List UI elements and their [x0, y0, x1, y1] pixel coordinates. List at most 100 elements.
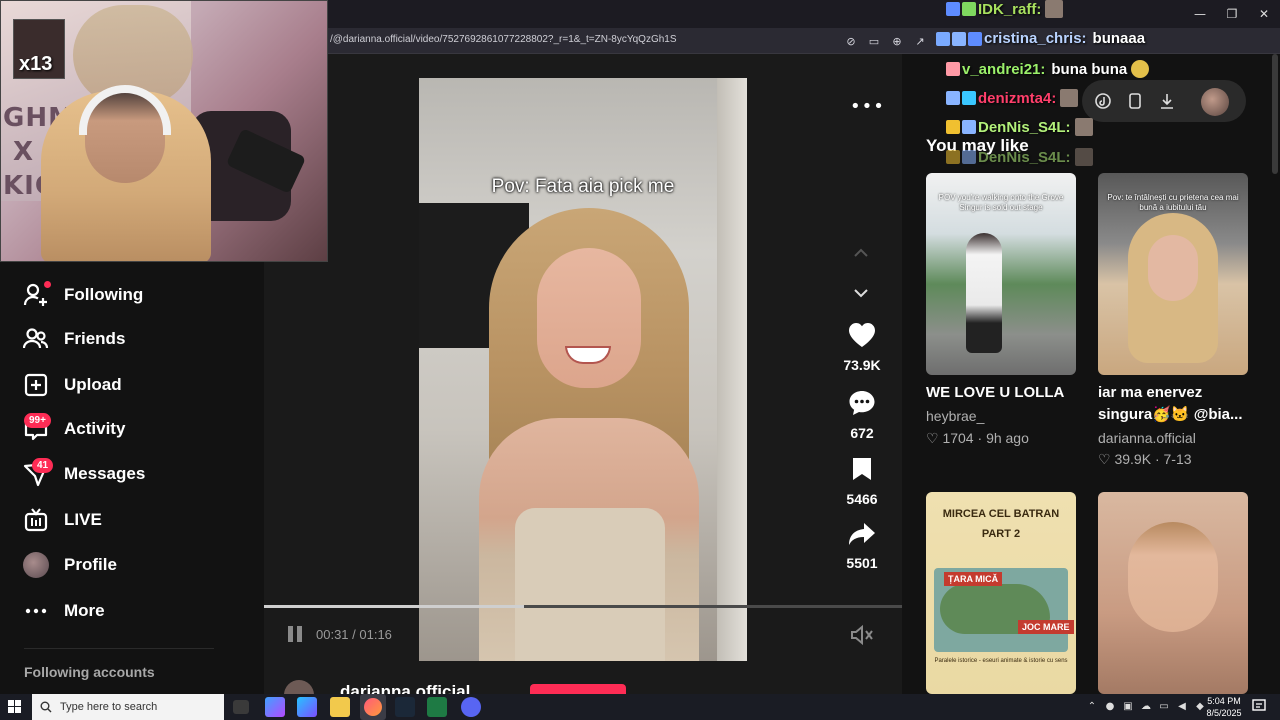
video-caption: Pov: Fata aia pick me: [491, 176, 675, 197]
video-author-bar: darianna.official: [264, 678, 902, 694]
volume-muted-icon: [851, 624, 873, 646]
windows-start-icon[interactable]: [8, 700, 22, 714]
cloud-icon[interactable]: ☁: [1140, 699, 1152, 713]
card-age: 7-13: [1163, 451, 1192, 467]
profile-avatar: [22, 551, 50, 579]
thumbnail-person-face: [1128, 522, 1218, 632]
following-icon: [22, 281, 51, 309]
more-icon: [22, 597, 50, 625]
recommended-video-thumbnail[interactable]: POV you're walking onto the Grove Singur…: [926, 173, 1076, 375]
save-button[interactable]: 5466: [830, 456, 894, 507]
author-avatar[interactable]: [284, 680, 314, 694]
tracking-icon[interactable]: ⊘: [842, 32, 860, 50]
screen: — ❐ ✕ /@darianna.official/video/75276928…: [0, 0, 1280, 720]
sidebar-item-profile[interactable]: Profile: [22, 550, 117, 580]
sidebar-item-friends[interactable]: Friends: [22, 324, 125, 354]
share-button[interactable]: 5501: [830, 522, 894, 571]
video-person-top: [515, 508, 665, 661]
clock-date: 8/5/2025: [1206, 708, 1242, 718]
card-author[interactable]: heybrae_: [926, 408, 984, 424]
separator: ·: [1154, 451, 1164, 467]
system-tray: ⌃ ● ▣ ☁ ▭ ◀ ◆: [1086, 699, 1206, 713]
browser-taskbar-button[interactable]: [360, 694, 386, 720]
zoom-icon[interactable]: ⊕: [888, 32, 906, 50]
next-video-button[interactable]: [851, 283, 871, 303]
sidebar-item-upload[interactable]: Upload: [22, 370, 122, 400]
heart-outline-icon: ♡: [1098, 451, 1111, 467]
volume-button[interactable]: [850, 624, 874, 646]
task-view-icon[interactable]: [233, 700, 249, 714]
share-icon[interactable]: ↗: [911, 32, 929, 50]
chat-badge-icon: [962, 91, 976, 105]
following-accounts-heading: Following accounts: [24, 664, 155, 680]
separator: ·: [977, 430, 987, 446]
display-icon[interactable]: ▭: [1158, 699, 1170, 713]
video-progress-fill: [264, 605, 525, 608]
taskbar-clock[interactable]: 5:04 PM 8/5/2025: [1196, 695, 1252, 719]
sidebar-item-label: More: [64, 601, 105, 620]
chat-text: buna buna: [1051, 60, 1128, 78]
share-arrow-icon: [849, 523, 875, 545]
video-frame[interactable]: [419, 78, 747, 661]
sidebar-item-label: Profile: [64, 555, 117, 574]
taskbar-search[interactable]: Type here to search: [32, 694, 224, 720]
reader-view-icon[interactable]: ▭: [865, 32, 883, 50]
pause-icon[interactable]: [286, 624, 304, 644]
video-time: 00:31 / 01:16: [316, 626, 392, 642]
share-count: 5501: [846, 555, 878, 571]
sidebar-item-activity[interactable]: 99+ Activity: [22, 413, 126, 444]
chat-badge-icon: [936, 31, 950, 46]
card-meta: ♡ 1704 · 9h ago: [926, 430, 1029, 447]
network-icon[interactable]: ▣: [1122, 699, 1134, 713]
follow-button[interactable]: [530, 684, 626, 694]
recommended-video-thumbnail[interactable]: [1098, 492, 1248, 694]
discord-icon[interactable]: [461, 697, 481, 717]
file-explorer-icon[interactable]: [330, 697, 350, 717]
author-name[interactable]: darianna.official: [340, 682, 470, 694]
notification-icon[interactable]: [1252, 699, 1266, 713]
card-title-line: iar ma enervez: [1098, 384, 1203, 401]
copilot-icon[interactable]: [265, 697, 285, 717]
crown-icon: [946, 150, 960, 164]
card-title[interactable]: WE LOVE U LOLLA: [926, 382, 1086, 404]
sidebar-item-live[interactable]: LIVE: [22, 505, 102, 535]
chevron-up-icon[interactable]: ⌃: [1086, 699, 1098, 713]
search-icon: [40, 701, 52, 713]
card-title[interactable]: iar ma enervez singura🥳🐱 @bia...: [1098, 382, 1258, 426]
chat-message: denizmta4:: [946, 89, 1079, 107]
chat-badge-icon: [946, 62, 960, 76]
card-age: 9h ago: [986, 430, 1029, 446]
steam-icon[interactable]: [395, 697, 415, 717]
chat-text: bunaaa: [1092, 30, 1146, 47]
chat-badge-icon: [952, 31, 966, 46]
microphone-icon[interactable]: ●: [1104, 699, 1116, 713]
recommended-video-thumbnail[interactable]: Pov: te întâlnești cu prietena cea mai b…: [1098, 173, 1248, 375]
thumbnail-part: PART 2: [981, 528, 1021, 540]
chat-username: cristina_chris:: [984, 30, 1087, 47]
playback-controls: 00:31 / 01:16: [286, 624, 392, 644]
thumbnail-caption: Pov: te întâlnești cu prietena cea mai b…: [1107, 193, 1239, 212]
sidebar-item-following[interactable]: Following: [22, 280, 143, 310]
comment-button[interactable]: 672: [830, 390, 894, 441]
card-author[interactable]: darianna.official: [1098, 430, 1196, 446]
url-text[interactable]: /@darianna.official/video/75276928610772…: [330, 34, 677, 45]
like-button[interactable]: 73.9K: [830, 322, 894, 373]
terminal-icon[interactable]: [427, 697, 447, 717]
sidebar-item-label: Activity: [64, 419, 126, 438]
more-options-button[interactable]: •••: [850, 96, 885, 117]
speaker-icon[interactable]: ◀: [1176, 699, 1188, 713]
chat-badge-icon: [946, 91, 960, 105]
previous-video-button[interactable]: [851, 243, 871, 263]
copilot-app-icon[interactable]: [297, 697, 317, 717]
sidebar-item-messages[interactable]: 41 Messages: [22, 458, 145, 489]
chat-username: DenNis_S4L:: [978, 118, 1071, 136]
chat-badge-icon: [962, 150, 976, 164]
crown-icon: [946, 120, 960, 134]
sidebar-item-more[interactable]: More: [22, 596, 105, 626]
activity-badge: 99+: [24, 413, 51, 428]
card-likes: 39.9K: [1114, 451, 1152, 467]
video-progress-bar[interactable]: [264, 605, 902, 608]
browser-icon: [364, 698, 382, 716]
recommended-video-thumbnail[interactable]: MIRCEA CEL BATRAN PART 2 ȚARA MICĂ JOC M…: [926, 492, 1076, 694]
windows-taskbar: Type here to search ⌃ ● ▣ ☁ ▭ ◀ ◆ 5:04 P…: [0, 694, 1280, 720]
